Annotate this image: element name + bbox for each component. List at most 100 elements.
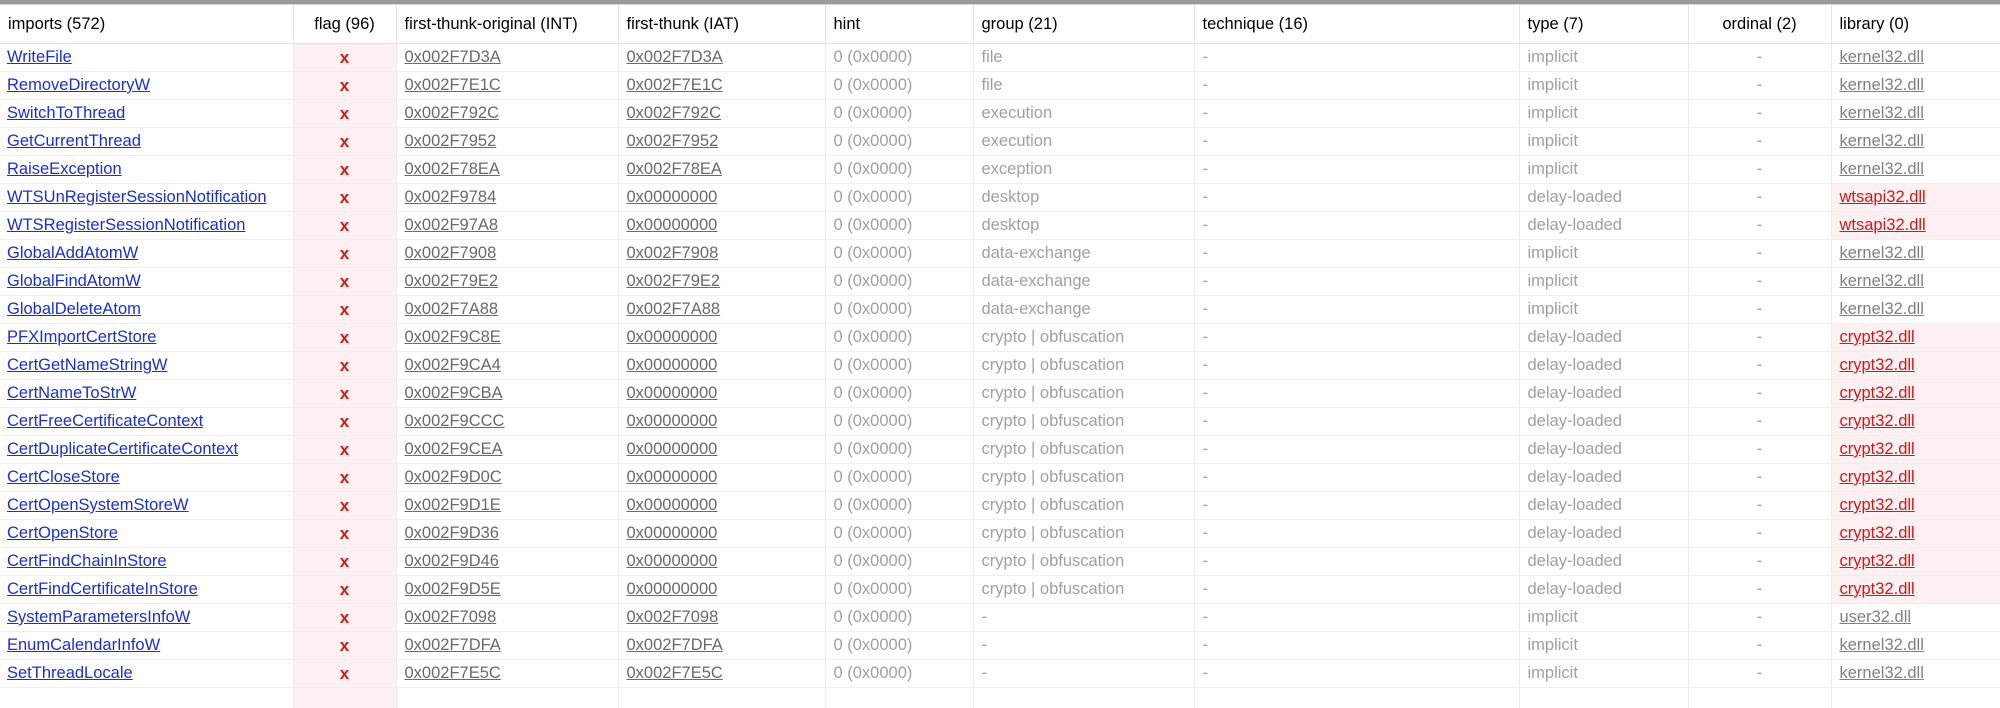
- int-address-link[interactable]: 0x002F9784: [405, 188, 497, 206]
- col-header-imports[interactable]: imports (572): [0, 5, 293, 44]
- import-name-link[interactable]: WTSUnRegisterSessionNotification: [7, 188, 267, 206]
- iat-address-link[interactable]: 0x002F7952: [627, 132, 719, 150]
- table-row[interactable]: EnumCalendarInfoWx0x002F7DFA0x002F7DFA0 …: [0, 632, 2000, 660]
- table-row[interactable]: CertFindChainInStorex0x002F9D460x0000000…: [0, 548, 2000, 576]
- iat-address-link[interactable]: 0x00000000: [627, 552, 718, 570]
- iat-address-link[interactable]: 0x00000000: [627, 412, 718, 430]
- cell-name[interactable]: CertOpenSystemStoreW: [0, 492, 293, 520]
- import-name-link[interactable]: GetCurrentThread: [7, 132, 141, 150]
- int-address-link[interactable]: 0x002F79E2: [405, 272, 499, 290]
- library-link[interactable]: crypt32.dll: [1840, 440, 1915, 458]
- cell-int[interactable]: 0x002F9CEA: [396, 436, 618, 464]
- table-row[interactable]: GlobalDeleteAtomx0x002F7A880x002F7A880 (…: [0, 296, 2000, 324]
- library-link[interactable]: kernel32.dll: [1840, 160, 1924, 178]
- cell-name[interactable]: CertCloseStore: [0, 464, 293, 492]
- table-row[interactable]: WTSRegisterSessionNotificationx0x002F97A…: [0, 212, 2000, 240]
- int-address-link[interactable]: 0x002F78EA: [405, 160, 500, 178]
- cell-library[interactable]: crypt32.dll: [1831, 408, 2000, 436]
- library-link[interactable]: kernel32.dll: [1840, 272, 1924, 290]
- table-row[interactable]: RaiseExceptionx0x002F78EA0x002F78EA0 (0x…: [0, 156, 2000, 184]
- cell-int[interactable]: 0x002F7E1C: [396, 72, 618, 100]
- int-address-link[interactable]: 0x002F9CBA: [405, 384, 503, 402]
- int-address-link[interactable]: 0x002F97A8: [405, 216, 499, 234]
- import-name-link[interactable]: GlobalFindAtomW: [7, 272, 141, 290]
- cell-iat[interactable]: 0x00000000: [618, 436, 825, 464]
- cell-name[interactable]: RemoveDirectoryW: [0, 72, 293, 100]
- cell-name[interactable]: SystemParametersInfoW: [0, 604, 293, 632]
- cell-int[interactable]: 0x002F9784: [396, 184, 618, 212]
- cell-library[interactable]: crypt32.dll: [1831, 352, 2000, 380]
- table-row[interactable]: SetThreadLocalex0x002F7E5C0x002F7E5C0 (0…: [0, 660, 2000, 688]
- int-address-link[interactable]: 0x002F7E5C: [405, 664, 501, 682]
- table-row[interactable]: CertOpenSystemStoreWx0x002F9D1E0x0000000…: [0, 492, 2000, 520]
- cell-iat[interactable]: 0x00000000: [618, 492, 825, 520]
- table-row[interactable]: GlobalAddAtomWx0x002F79080x002F79080 (0x…: [0, 240, 2000, 268]
- iat-address-link[interactable]: 0x00000000: [627, 580, 718, 598]
- cell-name[interactable]: RaiseException: [0, 156, 293, 184]
- library-link[interactable]: crypt32.dll: [1840, 580, 1915, 598]
- table-row[interactable]: SwitchToThreadx0x002F792C0x002F792C0 (0x…: [0, 100, 2000, 128]
- import-name-link[interactable]: CertFindCertificateInStore: [7, 580, 198, 598]
- import-name-link[interactable]: SystemParametersInfoW: [7, 608, 190, 626]
- iat-address-link[interactable]: 0x002F7908: [627, 244, 719, 262]
- cell-name[interactable]: GlobalFindAtomW: [0, 268, 293, 296]
- cell-iat[interactable]: 0x002F7098: [618, 604, 825, 632]
- iat-address-link[interactable]: 0x002F7A88: [627, 300, 721, 318]
- int-address-link[interactable]: 0x002F9D1E: [405, 496, 501, 514]
- library-link[interactable]: kernel32.dll: [1840, 48, 1924, 66]
- table-row[interactable]: CertCloseStorex0x002F9D0C0x000000000 (0x…: [0, 464, 2000, 492]
- int-address-link[interactable]: 0x002F9D46: [405, 552, 499, 570]
- cell-int[interactable]: 0x002F7A88: [396, 296, 618, 324]
- cell-name[interactable]: GlobalAddAtomW: [0, 240, 293, 268]
- library-link[interactable]: crypt32.dll: [1840, 384, 1915, 402]
- cell-iat[interactable]: 0x002F7E1C: [618, 72, 825, 100]
- cell-int[interactable]: 0x002F7098: [396, 604, 618, 632]
- import-name-link[interactable]: CertFindChainInStore: [7, 552, 167, 570]
- library-link[interactable]: crypt32.dll: [1840, 468, 1915, 486]
- cell-library[interactable]: crypt32.dll: [1831, 520, 2000, 548]
- int-address-link[interactable]: 0x002F7E1C: [405, 76, 501, 94]
- cell-library[interactable]: kernel32.dll: [1831, 44, 2000, 72]
- cell-int[interactable]: 0x002F78EA: [396, 156, 618, 184]
- table-row[interactable]: CertOpenStorex0x002F9D360x000000000 (0x0…: [0, 520, 2000, 548]
- cell-library[interactable]: crypt32.dll: [1831, 436, 2000, 464]
- cell-int[interactable]: 0x002F9D1E: [396, 492, 618, 520]
- table-row[interactable]: WriteFilex0x002F7D3A0x002F7D3A0 (0x0000)…: [0, 44, 2000, 72]
- cell-iat[interactable]: 0x00000000: [618, 212, 825, 240]
- import-name-link[interactable]: CertGetNameStringW: [7, 356, 167, 374]
- cell-iat[interactable]: 0x00000000: [618, 184, 825, 212]
- cell-int[interactable]: 0x002F79E2: [396, 268, 618, 296]
- import-name-link[interactable]: CertFreeCertificateContext: [7, 412, 203, 430]
- cell-iat[interactable]: 0x00000000: [618, 520, 825, 548]
- cell-iat[interactable]: 0x002F7D3A: [618, 44, 825, 72]
- iat-address-link[interactable]: 0x002F7D3A: [627, 48, 723, 66]
- library-link[interactable]: user32.dll: [1840, 608, 1912, 626]
- cell-library[interactable]: crypt32.dll: [1831, 492, 2000, 520]
- table-row[interactable]: WTSUnRegisterSessionNotificationx0x002F9…: [0, 184, 2000, 212]
- table-row[interactable]: RemoveDirectoryWx0x002F7E1C0x002F7E1C0 (…: [0, 72, 2000, 100]
- iat-address-link[interactable]: 0x002F7E1C: [627, 76, 723, 94]
- cell-iat[interactable]: 0x00000000: [618, 380, 825, 408]
- cell-name[interactable]: WTSRegisterSessionNotification: [0, 212, 293, 240]
- library-link[interactable]: kernel32.dll: [1840, 132, 1924, 150]
- table-row[interactable]: CertGetNameStringWx0x002F9CA40x000000000…: [0, 352, 2000, 380]
- int-address-link[interactable]: 0x002F7098: [405, 608, 497, 626]
- cell-iat[interactable]: 0x00000000: [618, 408, 825, 436]
- cell-int[interactable]: 0x002F7DFA: [396, 632, 618, 660]
- int-address-link[interactable]: 0x002F7DFA: [405, 636, 501, 654]
- int-address-link[interactable]: 0x002F9CEA: [405, 440, 503, 458]
- iat-address-link[interactable]: 0x00000000: [627, 216, 718, 234]
- cell-int[interactable]: 0x002F9CA4: [396, 352, 618, 380]
- library-link[interactable]: kernel32.dll: [1840, 104, 1924, 122]
- cell-int[interactable]: 0x002F97A8: [396, 212, 618, 240]
- cell-library[interactable]: crypt32.dll: [1831, 464, 2000, 492]
- table-row[interactable]: GlobalFindAtomWx0x002F79E20x002F79E20 (0…: [0, 268, 2000, 296]
- import-name-link[interactable]: CertDuplicateCertificateContext: [7, 440, 238, 458]
- iat-address-link[interactable]: 0x00000000: [627, 496, 718, 514]
- library-link[interactable]: kernel32.dll: [1840, 76, 1924, 94]
- cell-name[interactable]: GlobalDeleteAtom: [0, 296, 293, 324]
- import-name-link[interactable]: RemoveDirectoryW: [7, 76, 150, 94]
- col-header-iat[interactable]: first-thunk (IAT): [618, 5, 825, 44]
- int-address-link[interactable]: 0x002F7908: [405, 244, 497, 262]
- int-address-link[interactable]: 0x002F9CCC: [405, 412, 505, 430]
